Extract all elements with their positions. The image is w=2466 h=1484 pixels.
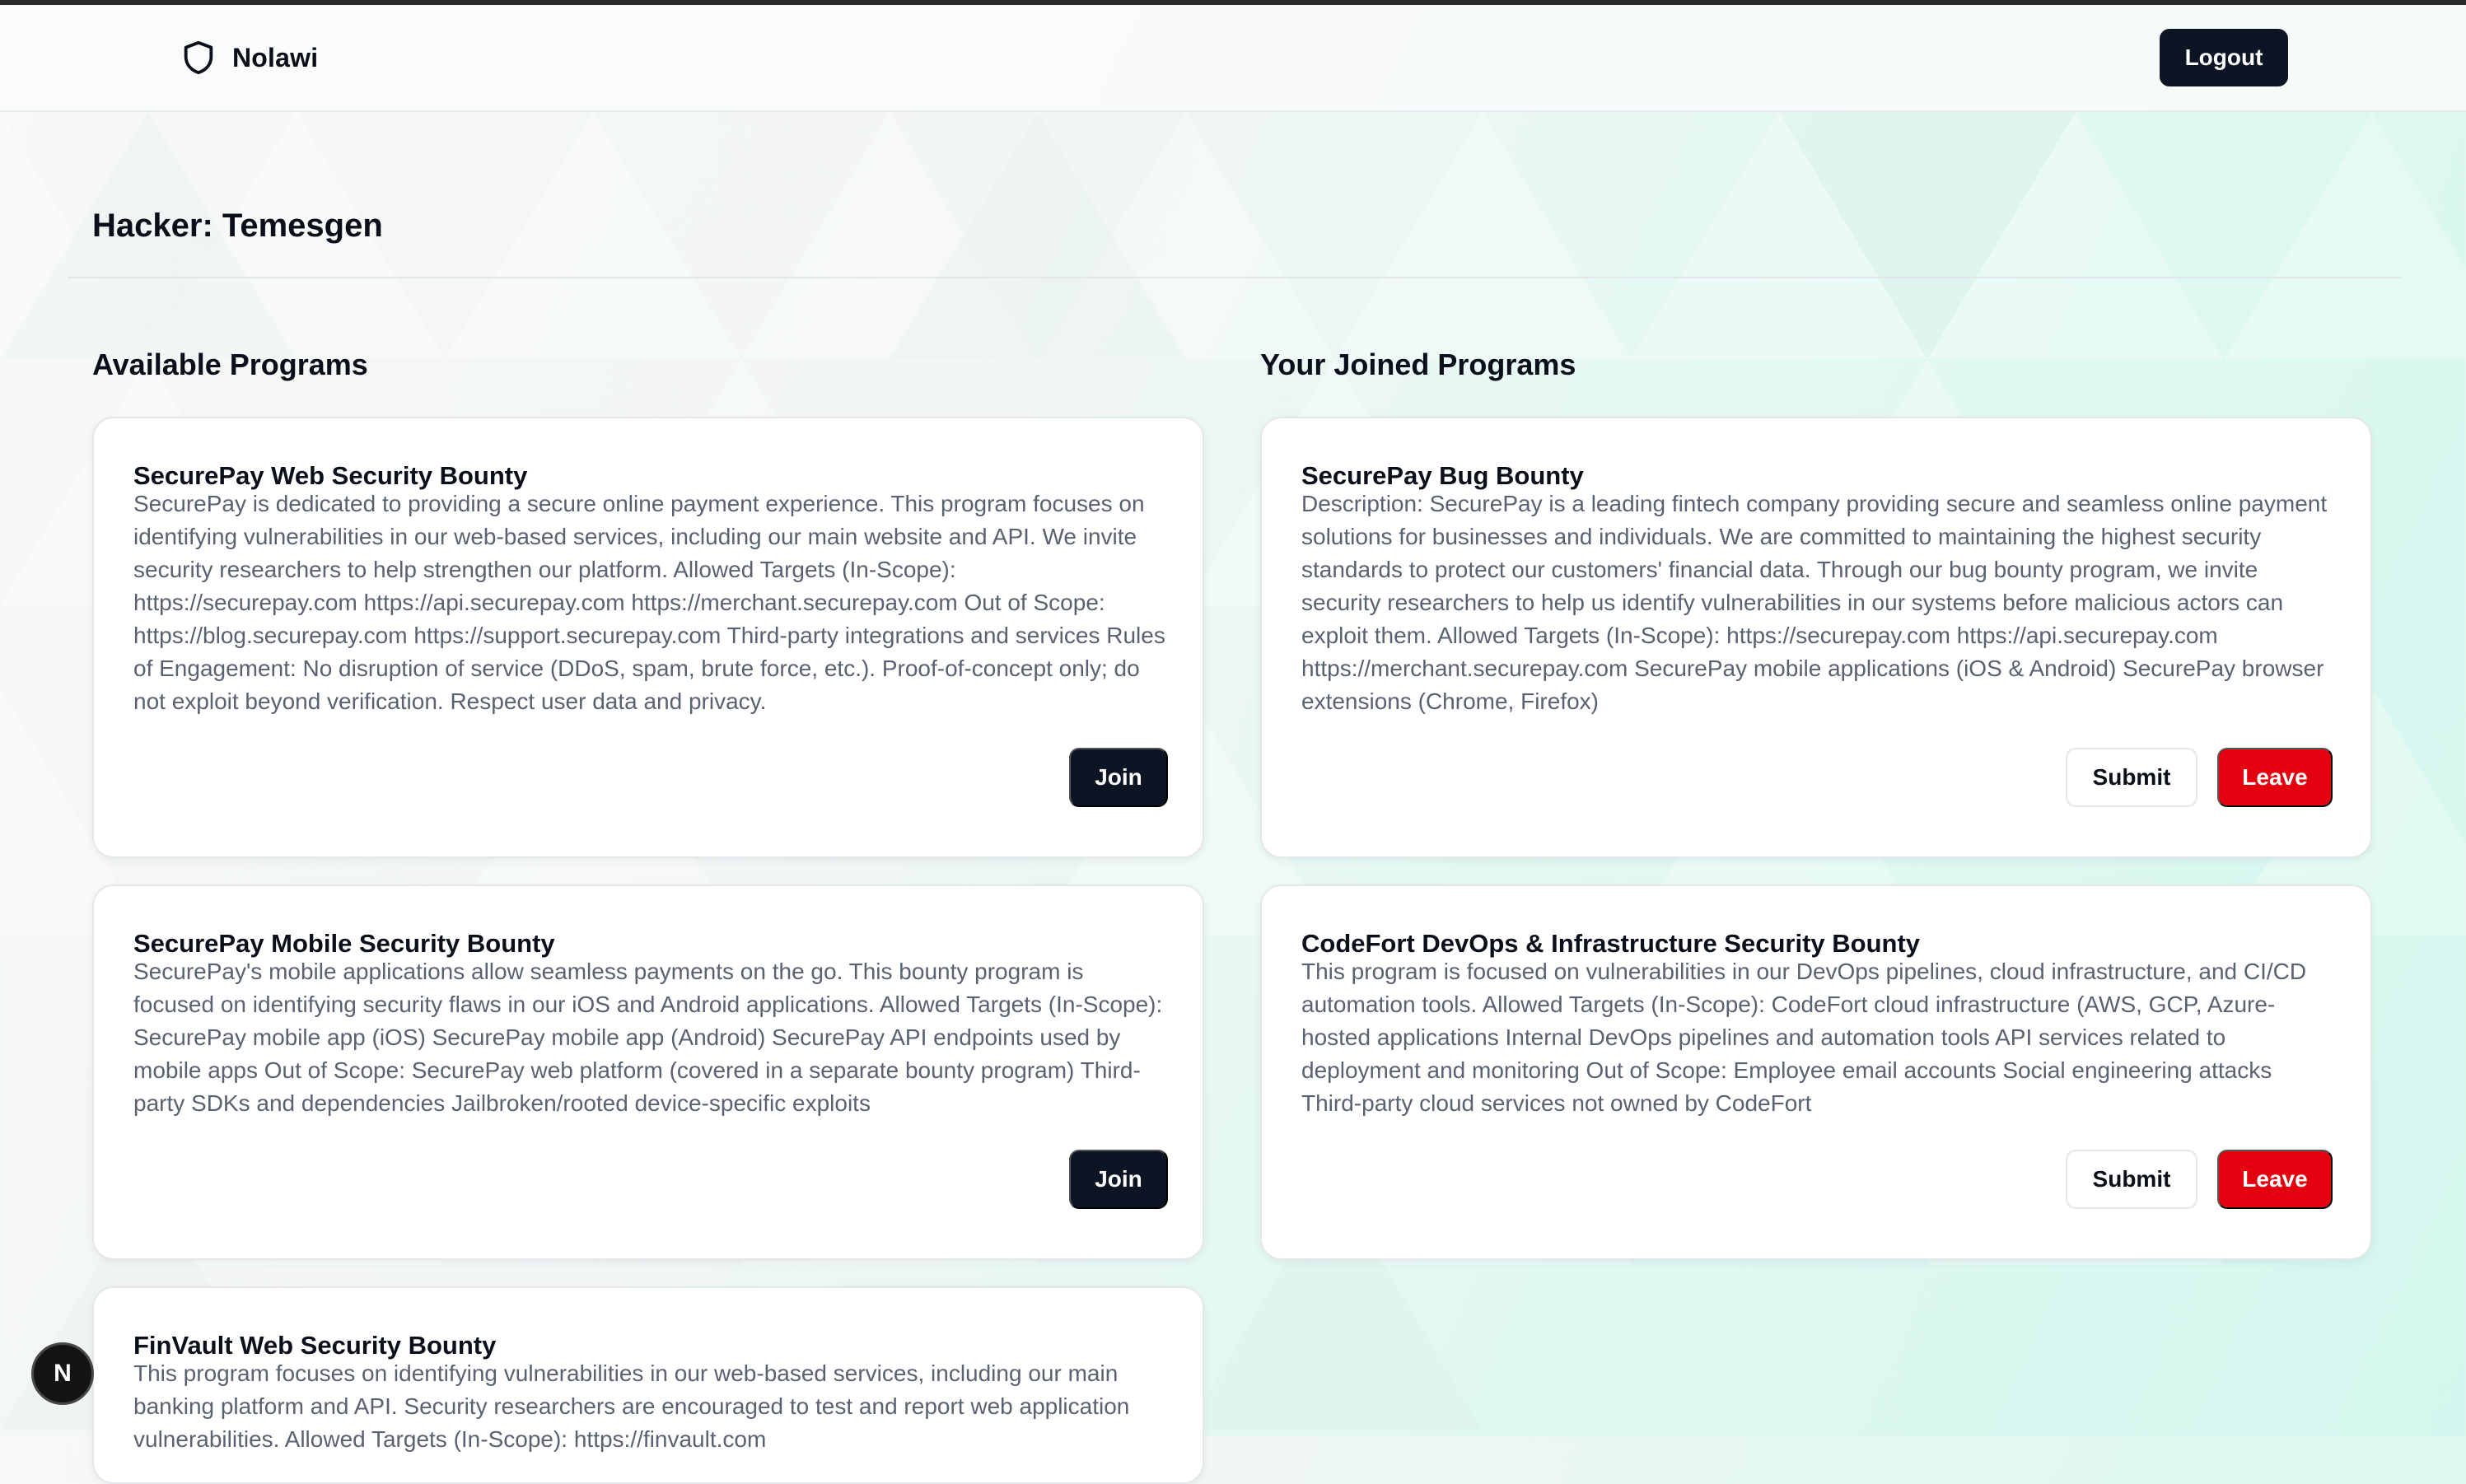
available-programs-heading: Available Programs	[92, 348, 368, 381]
join-button[interactable]: Join	[1069, 1150, 1168, 1209]
program-description: Description: SecurePay is a leading fint…	[1301, 491, 2328, 714]
joined-program-card: CodeFort DevOps & Infrastructure Securit…	[1260, 884, 2372, 1260]
joined-programs-heading: Your Joined Programs	[1260, 348, 1576, 381]
brand-name: Nolawi	[232, 42, 319, 72]
program-description: This program focuses on identifying vuln…	[133, 1360, 1130, 1452]
leave-button[interactable]: Leave	[2217, 748, 2333, 807]
top-navbar: Nolawi Logout	[0, 5, 2466, 112]
leave-button[interactable]: Leave	[2217, 1150, 2333, 1209]
program-description: This program is focused on vulnerabiliti…	[1301, 959, 2307, 1116]
program-card: SecurePay Web Security Bounty SecurePay …	[92, 417, 1204, 858]
logout-button[interactable]: Logout	[2160, 29, 2288, 86]
program-description: SecurePay is dedicated to providing a se…	[133, 491, 1165, 714]
joined-program-card: SecurePay Bug Bounty Description: Secure…	[1260, 417, 2372, 858]
page-title: Hacker: Temesgen	[92, 208, 383, 244]
submit-button[interactable]: Submit	[2066, 748, 2197, 807]
nextjs-icon[interactable]: N	[31, 1342, 94, 1405]
program-card: SecurePay Mobile Security Bounty SecureP…	[92, 884, 1204, 1260]
submit-button[interactable]: Submit	[2066, 1150, 2197, 1209]
divider	[68, 277, 2402, 278]
nextjs-badge-label: N	[54, 1360, 72, 1387]
shield-icon	[184, 40, 213, 75]
brand[interactable]: Nolawi	[180, 38, 318, 77]
join-button[interactable]: Join	[1069, 748, 1168, 807]
program-card: FinVault Web Security Bounty This progra…	[92, 1286, 1204, 1484]
program-description: SecurePay's mobile applications allow se…	[133, 959, 1163, 1116]
